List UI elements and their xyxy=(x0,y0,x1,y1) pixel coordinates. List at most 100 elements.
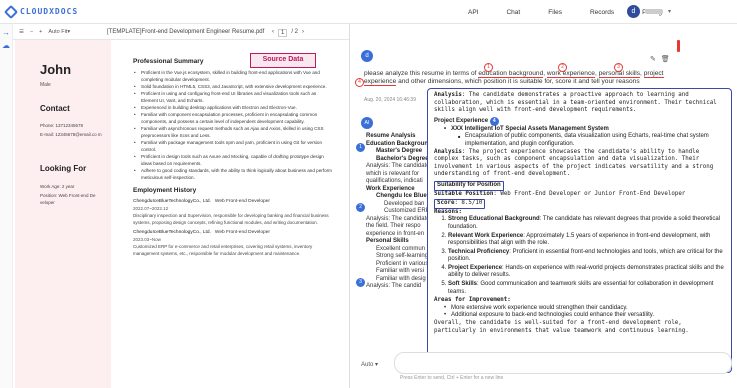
logo[interactable]: CLOUDXDOCS xyxy=(3,4,78,19)
resume-name: John xyxy=(40,62,72,77)
project-heading: Project Experience 4 xyxy=(434,116,725,126)
annotation-mark-2: 2 xyxy=(558,63,567,72)
reason-item: Relevant Work Experience: Approximately … xyxy=(448,233,725,248)
resp-line: Bachelor's Degree xyxy=(376,155,429,162)
resp-line: Personal Skills xyxy=(366,238,409,244)
annotation-mark-1: 1 xyxy=(484,63,493,72)
score-label: Score xyxy=(437,200,455,207)
suitable-position-label: Suitable Position xyxy=(434,190,494,197)
annotation-mark-2: 2 xyxy=(356,203,365,212)
contact-phone: Phone: 13712345678 xyxy=(40,123,84,128)
summary-item: Proficient in design tools such as Axure… xyxy=(133,153,333,167)
job-entry: ChengduIceBlueTechnologyCo., Ltd. Web Fr… xyxy=(133,229,333,257)
suitability-heading: Suitability for Position xyxy=(434,180,504,191)
job-description: Disciplinary inspection and Supervision,… xyxy=(133,213,329,225)
improvement-item: More extensive work experience would str… xyxy=(444,305,725,313)
input-hint: Press Enter to send, Ctrl + Enter for a … xyxy=(400,375,504,381)
reason-title: Project Experience xyxy=(448,264,503,271)
model-select-value: Auto xyxy=(361,362,374,368)
nav-records[interactable]: Records xyxy=(576,9,628,16)
contact-email: E-mail: 12345678@email.co m xyxy=(40,132,102,137)
job-company: ChengduIceBlueTechnologyCo., Ltd. xyxy=(133,230,211,235)
resp-line: Analysis: The candid xyxy=(366,283,422,289)
reasons-heading: Reasons: xyxy=(434,208,462,215)
model-select[interactable]: Auto ▾ xyxy=(361,361,378,368)
annotation-mark-4: 4 xyxy=(355,78,364,87)
zoom-out-icon[interactable]: − xyxy=(30,29,33,35)
job-description: Customized ERP for e-commerce and retail… xyxy=(133,244,313,256)
improvement-heading: Areas for Improvement: xyxy=(434,297,511,304)
job-role: Web Front-end Developer xyxy=(214,199,270,204)
project-detail: Encapsulation of public components, data… xyxy=(458,133,725,148)
chevron-down-icon[interactable]: ▾ xyxy=(67,29,70,35)
annotation-mark-4: 4 xyxy=(489,116,499,126)
arrow-right-icon[interactable]: → xyxy=(2,28,10,37)
resume-gender: Male xyxy=(40,82,51,88)
zoom-in-icon[interactable]: + xyxy=(39,29,42,35)
close-marker xyxy=(677,40,680,52)
reason-item: Technical Proficiency: Proficient in ess… xyxy=(448,249,725,264)
reason-item: Project Experience: Hands-on experience … xyxy=(448,265,725,280)
score-value: : 8.5/10 xyxy=(454,200,483,207)
user-name-blurred[interactable] xyxy=(645,9,663,14)
resp-line: Customized ERP xyxy=(384,208,430,214)
sidebar-toggle-icon[interactable]: ☰ xyxy=(19,29,24,35)
analysis-overlay-panel: Analysis: The candidate demonstrates a p… xyxy=(427,88,732,373)
resp-line: Strong self-learning xyxy=(376,253,429,259)
resp-line: the field. Their respo xyxy=(366,223,421,229)
reason-item: Soft Skills: Good communication and team… xyxy=(448,281,725,296)
document-title: [TEMPLATE]Front-end Development Engineer… xyxy=(107,29,265,35)
score: Score: 8.5/10 xyxy=(434,199,725,209)
delete-icon[interactable]: 🗑 xyxy=(661,55,670,63)
main-nav: API Chat Files Records Pricing xyxy=(454,0,676,24)
prompt-text: please analyze this resume in terms of xyxy=(364,70,479,77)
nav-api[interactable]: API xyxy=(454,9,492,16)
next-page-icon[interactable]: › xyxy=(302,29,304,37)
message-actions: ✎ 🗑 xyxy=(650,55,670,63)
overall-summary: Overall, the candidate is well-suited fo… xyxy=(434,320,689,334)
chat-input[interactable] xyxy=(394,352,732,374)
message-timestamp: Aug. 20, 2024 16:46:39 xyxy=(364,97,416,103)
looking-for-heading: Looking For xyxy=(40,164,87,173)
summary-item: Proficient in the Vue.js ecosystem, skil… xyxy=(133,69,333,83)
resume-left-column xyxy=(15,40,111,388)
resp-line: Analysis: The candidate xyxy=(366,215,430,222)
reason-title: Strong Educational Background xyxy=(448,216,540,223)
position: Position: Web Front-end De veloper xyxy=(40,193,96,205)
project-name: XXX Intelligent IoT Special Assets Manag… xyxy=(444,126,725,134)
resp-line: experience in front-en xyxy=(366,230,425,237)
summary-item: Familiar with package management tools n… xyxy=(133,139,333,153)
summary-item: Familiar with asynchronous request metho… xyxy=(133,125,333,139)
improvement-item: Additional exposure to back-end technolo… xyxy=(444,312,725,320)
suitable-position: Suitable Position: Web Front-End Develop… xyxy=(434,191,725,199)
resp-line: Developed ban xyxy=(384,200,425,207)
resp-line: Master's Degree xyxy=(376,148,423,154)
prompt-text: and other dimensions, which position it … xyxy=(396,78,640,85)
cloud-upload-icon[interactable]: ☁ xyxy=(2,41,10,50)
user-message-avatar: d xyxy=(361,50,373,62)
improvement-list: More extensive work experience would str… xyxy=(434,305,725,320)
employment-heading: Employment History xyxy=(133,187,197,194)
page-total: / 2 xyxy=(291,29,299,35)
project-list: XXX Intelligent IoT Special Assets Manag… xyxy=(434,126,725,134)
resp-line: qualifications, indicati xyxy=(366,178,423,184)
nav-files[interactable]: Files xyxy=(534,9,576,16)
resp-line: Familiar with desig xyxy=(376,275,426,282)
user-prompt: please analyze this resume in terms of e… xyxy=(364,70,684,86)
summary-item: Adhere to good coding standards, with th… xyxy=(133,167,333,181)
summary-item: Solid foundation in HTML5, CSS3, and Jav… xyxy=(133,83,333,90)
page-number-input[interactable]: 1 xyxy=(278,29,288,37)
job-entry: ChengduIceBlueTechnologyCo., Ltd. Web Fr… xyxy=(133,198,333,226)
prev-page-icon[interactable]: ‹ xyxy=(272,29,274,37)
annotation-mark-3: 3 xyxy=(356,278,365,287)
zoom-select[interactable]: Auto Fit xyxy=(48,29,67,35)
ai-avatar: AI xyxy=(361,117,373,129)
edit-icon[interactable]: ✎ xyxy=(650,55,656,63)
job-role: Web Front-end Developer xyxy=(214,230,270,235)
reason-item: Strong Educational Background: The candi… xyxy=(448,216,725,231)
resp-line: Analysis: The candidate xyxy=(366,163,430,169)
user-avatar[interactable]: d xyxy=(627,5,640,18)
chevron-down-icon[interactable]: ▾ xyxy=(668,8,671,15)
reason-title: Relevant Work Experience xyxy=(448,232,524,239)
nav-chat[interactable]: Chat xyxy=(492,9,534,16)
